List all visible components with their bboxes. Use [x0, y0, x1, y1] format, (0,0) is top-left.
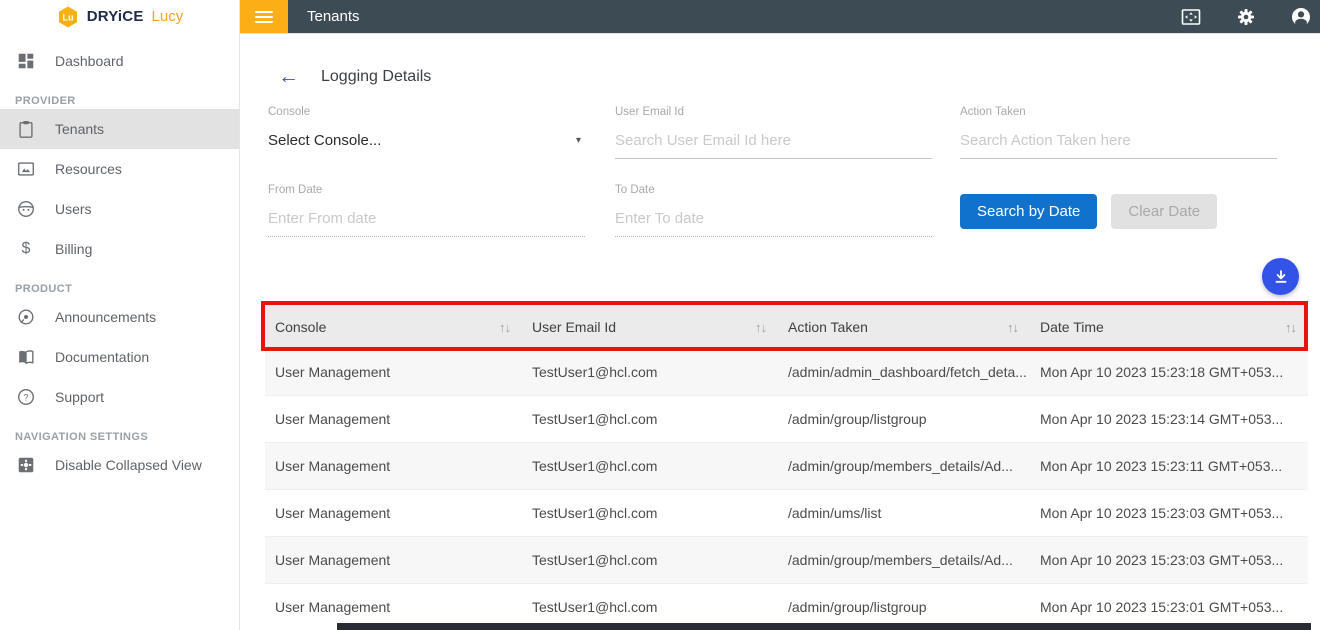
lucy-logo-icon: Lu [56, 5, 80, 29]
image-icon [15, 158, 37, 180]
sidebar-item-announcements[interactable]: Announcements [0, 297, 239, 337]
sort-icon[interactable]: ↑↓ [499, 320, 511, 335]
download-icon [1275, 269, 1286, 283]
sidebar-item-label: Disable Collapsed View [55, 457, 202, 473]
search-by-date-button[interactable]: Search by Date [960, 194, 1098, 229]
to-date-filter: To Date [615, 184, 932, 237]
back-arrow-icon[interactable]: ← [278, 66, 299, 87]
sidebar-item-label: Documentation [55, 349, 150, 365]
from-date-input[interactable] [268, 210, 585, 237]
horizontal-scrollbar[interactable] [337, 623, 1311, 630]
table-row: User Management TestUser1@hcl.com /admin… [265, 443, 1308, 490]
sidebar-item-dashboard[interactable]: Dashboard [0, 41, 239, 81]
sidebar-item-tenants[interactable]: Tenants [0, 109, 239, 149]
sidebar-item-label: Support [55, 389, 105, 405]
user-email-filter: User Email Id [615, 106, 932, 159]
console-filter: Console Select Console... ▾ [268, 106, 585, 158]
dollar-icon: $ [21, 240, 31, 257]
chevron-down-icon: ▾ [575, 135, 581, 146]
user-email-label: User Email Id [615, 106, 685, 118]
page-title: Logging Details [321, 68, 432, 85]
table-body: User Management TestUser1@hcl.com /admin… [265, 349, 1308, 630]
console-select-value: Select Console... [268, 132, 382, 149]
sidebar-section-navigation-settings: NAVIGATION SETTINGS [15, 431, 149, 443]
sidebar-item-label: Resources [55, 161, 122, 177]
sort-icon[interactable]: ↑↓ [1007, 320, 1019, 335]
fullscreen-icon[interactable] [1180, 6, 1202, 28]
column-header-action-taken[interactable]: Action Taken ↑↓ [778, 319, 1030, 335]
sidebar-item-support[interactable]: ? Support [0, 377, 239, 417]
action-taken-filter: Action Taken [960, 106, 1277, 159]
table-row: User Management TestUser1@hcl.com /admin… [265, 349, 1308, 396]
download-button[interactable] [1262, 258, 1299, 295]
table-row: User Management TestUser1@hcl.com /admin… [265, 537, 1308, 584]
sidebar-item-users[interactable]: Users [0, 189, 239, 229]
collapse-settings-icon [15, 454, 37, 476]
clipboard-icon [15, 118, 37, 140]
table-header-row: Console ↑↓ User Email Id ↑↓ Action Taken… [265, 305, 1308, 349]
sort-icon[interactable]: ↑↓ [755, 320, 767, 335]
sidebar-item-resources[interactable]: Resources [0, 149, 239, 189]
from-date-label: From Date [268, 184, 323, 196]
sidebar-item-label: Users [55, 201, 92, 217]
sidebar-section-product: PRODUCT [15, 283, 73, 295]
user-email-input[interactable] [615, 132, 932, 159]
sidebar-item-billing[interactable]: $ Billing [0, 229, 239, 269]
face-icon [15, 198, 37, 220]
from-date-filter: From Date [268, 184, 585, 237]
speaker-icon [15, 306, 37, 328]
sidebar-item-label: Billing [55, 241, 93, 257]
sidebar: Lu DRYiCE Lucy Dashboard PROVIDER Tenant… [0, 0, 240, 630]
column-header-date-time[interactable]: Date Time ↑↓ [1030, 319, 1308, 335]
sidebar-item-label: Announcements [55, 309, 157, 325]
table-row: User Management TestUser1@hcl.com /admin… [265, 396, 1308, 443]
brand-name: DRYiCE [86, 8, 144, 25]
sort-icon[interactable]: ↑↓ [1285, 320, 1297, 335]
action-taken-input[interactable] [960, 132, 1277, 159]
action-taken-label: Action Taken [960, 106, 1026, 118]
sidebar-section-provider: PROVIDER [15, 95, 76, 107]
account-icon[interactable] [1290, 6, 1312, 28]
topbar: Tenants [240, 0, 1320, 33]
console-select[interactable]: Select Console... ▾ [268, 132, 585, 158]
topbar-title: Tenants [307, 8, 360, 25]
book-icon [15, 346, 37, 368]
svg-text:Lu: Lu [62, 12, 73, 22]
hamburger-menu-button[interactable] [240, 0, 288, 33]
help-icon: ? [15, 386, 37, 408]
brand-subname: Lucy [151, 8, 184, 25]
svg-text:?: ? [23, 393, 28, 403]
column-header-user-email-id[interactable]: User Email Id ↑↓ [522, 319, 778, 335]
brand-logo: Lu DRYiCE Lucy [0, 0, 239, 33]
main-content: ← Logging Details Console Select Console… [240, 33, 1320, 630]
table-row: User Management TestUser1@hcl.com /admin… [265, 490, 1308, 537]
to-date-label: To Date [615, 184, 655, 196]
sidebar-item-disable-collapsed-view[interactable]: Disable Collapsed View [0, 445, 239, 485]
console-label: Console [268, 106, 311, 118]
sidebar-item-documentation[interactable]: Documentation [0, 337, 239, 377]
sidebar-item-label: Tenants [55, 121, 105, 137]
sidebar-item-label: Dashboard [55, 53, 124, 69]
dashboard-icon [15, 50, 37, 72]
column-header-console[interactable]: Console ↑↓ [265, 319, 522, 335]
clear-date-button[interactable]: Clear Date [1111, 194, 1218, 229]
to-date-input[interactable] [615, 210, 932, 237]
settings-gear-icon[interactable] [1235, 6, 1257, 28]
logging-table: Console ↑↓ User Email Id ↑↓ Action Taken… [265, 305, 1308, 630]
